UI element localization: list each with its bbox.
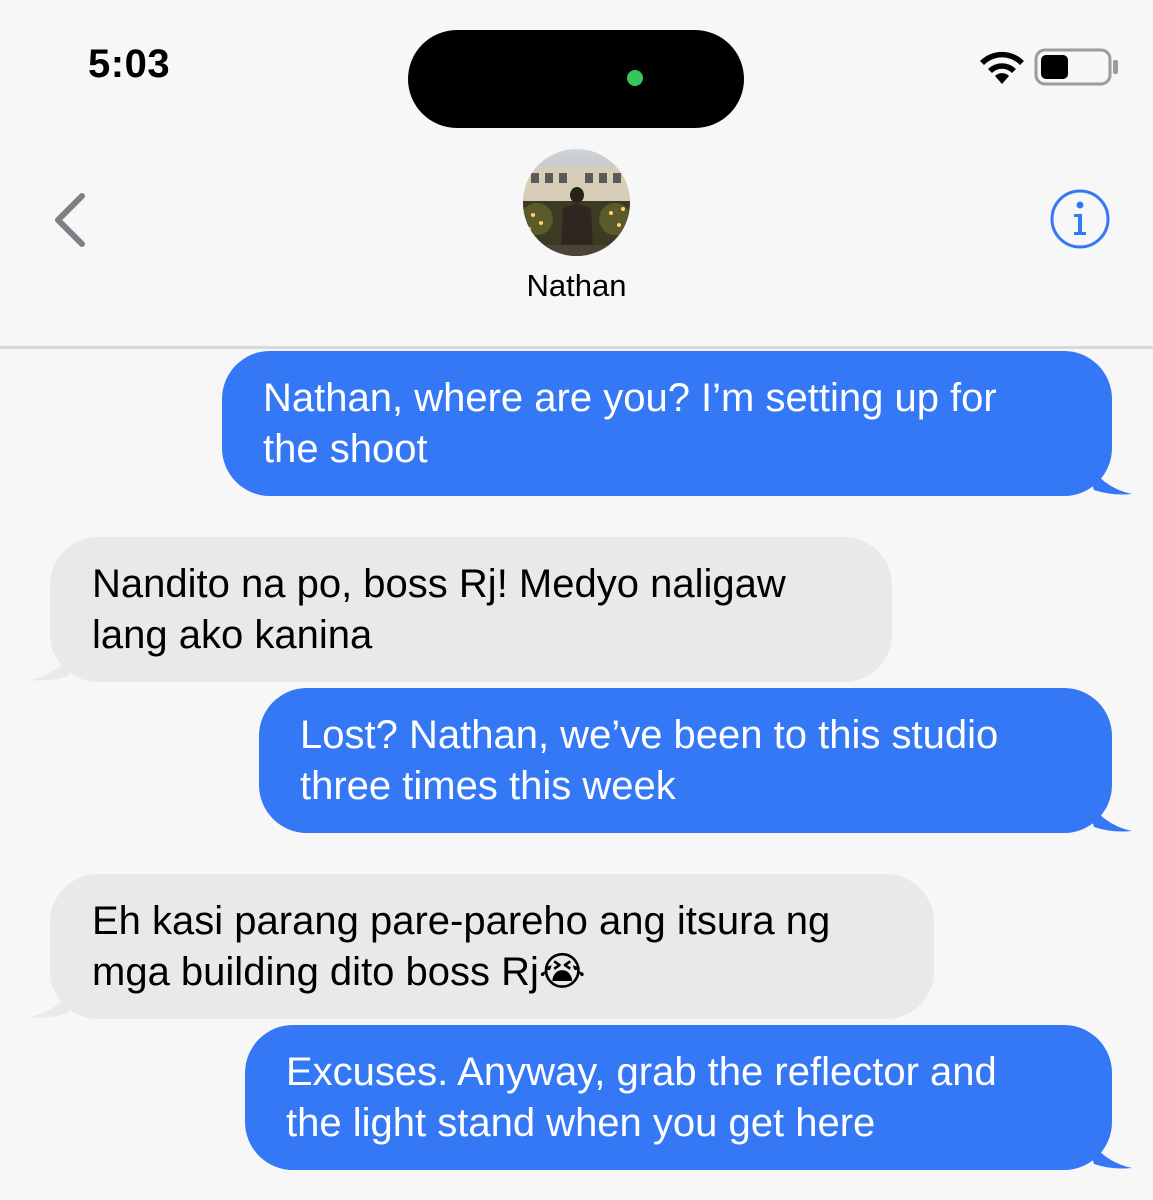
conversation-header: Nathan xyxy=(0,140,1153,346)
status-bar: 5:03 xyxy=(0,0,1153,140)
message-bubble-received[interactable]: Nandito na po, boss Rj! Medyo naligaw la… xyxy=(50,537,892,682)
contact-name[interactable]: Nathan xyxy=(0,268,1153,304)
message-bubble-sent[interactable]: Lost? Nathan, we’ve been to this studio … xyxy=(259,688,1112,833)
bubble-tail xyxy=(1084,795,1132,832)
avatar[interactable] xyxy=(523,149,630,256)
message-bubble-sent[interactable]: Nathan, where are you? I’m setting up fo… xyxy=(222,351,1112,496)
message-text: Lost? Nathan, we’ve been to this studio … xyxy=(300,713,999,808)
bubble-tail xyxy=(1084,1132,1132,1169)
camera-indicator-dot xyxy=(627,70,643,86)
message-text: Eh kasi parang pare-pareho ang itsura ng… xyxy=(92,899,831,994)
message-text: Nandito na po, boss Rj! Medyo naligaw la… xyxy=(92,562,786,657)
battery-icon xyxy=(1034,48,1118,86)
wifi-icon xyxy=(980,51,1024,84)
status-time: 5:03 xyxy=(88,42,171,86)
dynamic-island xyxy=(408,30,744,128)
bubble-tail xyxy=(1084,458,1132,495)
chevron-left-icon[interactable] xyxy=(46,188,98,252)
message-bubble-sent[interactable]: Excuses. Anyway, grab the reflector and … xyxy=(245,1025,1112,1170)
message-text: Nathan, where are you? I’m setting up fo… xyxy=(263,376,997,471)
message-text: Excuses. Anyway, grab the reflector and … xyxy=(286,1050,997,1145)
message-bubble-received[interactable]: Eh kasi parang pare-pareho ang itsura ng… xyxy=(50,874,934,1019)
bubble-tail xyxy=(30,644,78,681)
avatar-photo xyxy=(523,149,630,256)
bubble-tail xyxy=(30,981,78,1018)
header-divider xyxy=(0,346,1153,349)
info-circle-icon[interactable] xyxy=(1049,188,1111,250)
